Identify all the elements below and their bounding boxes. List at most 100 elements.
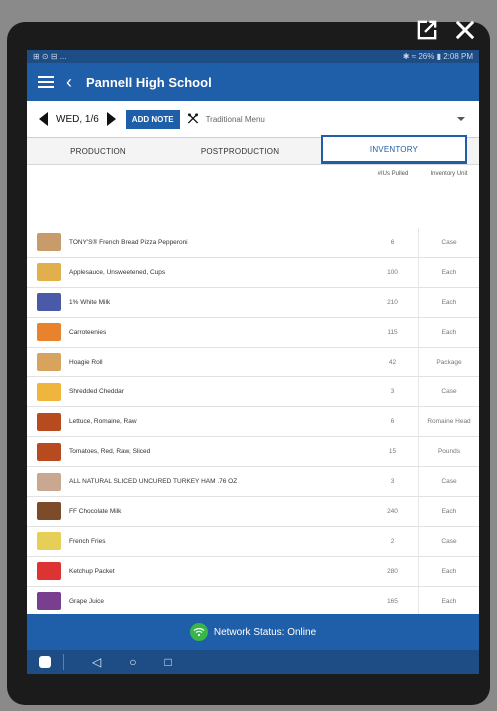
item-ius-pulled[interactable]: 210	[367, 287, 419, 317]
item-inventory-unit: Each	[441, 268, 457, 276]
inventory-row[interactable]: FF Chocolate Milk 240 Each	[27, 497, 479, 527]
item-inventory-unit: Each	[441, 507, 457, 515]
item-name: Hoagie Roll	[69, 358, 103, 366]
add-note-button[interactable]: ADD NOTE	[125, 109, 180, 129]
tab-postproduction[interactable]: POSTPRODUCTION	[169, 138, 311, 164]
home-icon[interactable]: ○	[129, 655, 136, 669]
tab-inventory[interactable]: INVENTORY	[321, 135, 467, 164]
item-image	[37, 502, 61, 521]
item-image	[37, 532, 61, 551]
wifi-icon	[189, 623, 208, 641]
item-inventory-unit: Each	[441, 567, 457, 575]
item-name: Ketchup Packet	[69, 567, 115, 575]
external-link-icon[interactable]	[413, 16, 441, 44]
item-ius-pulled[interactable]: 3	[367, 467, 419, 497]
inventory-row[interactable]: Ketchup Packet 280 Each	[27, 556, 479, 587]
item-inventory-unit: Case	[441, 388, 457, 396]
menu-icon[interactable]	[38, 76, 54, 88]
app-switch-icon[interactable]	[39, 656, 51, 668]
item-ius-pulled[interactable]: 6	[367, 407, 419, 437]
close-icon[interactable]	[451, 16, 479, 44]
item-image	[37, 442, 61, 461]
item-inventory-unit: Case	[441, 537, 457, 545]
item-ius-pulled[interactable]: 15	[367, 437, 419, 467]
item-name: 1% White Milk	[69, 298, 111, 306]
inventory-row[interactable]: TONY'S® French Bread Pizza Pepperoni 6 Cas…	[27, 228, 479, 258]
item-ius-pulled[interactable]: 3	[367, 377, 419, 407]
item-inventory-unit: Package	[436, 358, 462, 366]
inventory-row[interactable]: Tomatoes, Red, Raw, Sliced 15 Pounds	[27, 437, 479, 468]
inventory-row[interactable]: Lettuce, Romaine, Raw 6 Romaine Head	[27, 407, 479, 438]
app-screen: ⊞ ⊙ ⊟ ... ✱ ≈ 26% ▮ 2:08 PM ‹ Pannell Hi…	[27, 50, 479, 674]
inventory-row[interactable]: Hoagie Roll 42 Package	[27, 347, 479, 378]
item-inventory-unit: Each	[441, 597, 457, 605]
column-inventory-unit: Inventory Unit	[430, 171, 468, 177]
item-name: Shredded Cheddar	[69, 388, 124, 396]
item-inventory-unit: Each	[441, 328, 457, 336]
item-ius-pulled[interactable]: 165	[367, 586, 419, 616]
item-inventory-unit: Pounds	[437, 448, 461, 456]
status-icons-left: ⊞ ⊙ ⊟ ...	[33, 52, 67, 61]
item-image	[37, 412, 61, 431]
item-image	[37, 353, 61, 371]
item-image	[37, 263, 61, 282]
recents-icon[interactable]: □	[164, 655, 171, 669]
inventory-row[interactable]: Carroteenies 115 Each	[27, 317, 479, 348]
item-inventory-unit: Romaine Head	[427, 418, 471, 426]
item-image	[37, 472, 61, 491]
item-name: Carroteenies	[69, 328, 107, 336]
prev-day-button[interactable]	[39, 112, 48, 126]
item-inventory-unit: Each	[441, 298, 457, 306]
current-date: WED, 1/6	[56, 113, 99, 125]
system-status-bar: ⊞ ⊙ ⊟ ... ✱ ≈ 26% ▮ 2:08 PM	[27, 50, 479, 63]
tab-production[interactable]: PRODUCTION	[27, 138, 169, 164]
inventory-row[interactable]: French Fries 2 Case	[27, 526, 479, 557]
item-name: French Fries	[69, 537, 106, 545]
item-image	[37, 382, 61, 401]
overlay-controls	[413, 16, 479, 44]
item-ius-pulled[interactable]: 42	[367, 347, 419, 377]
item-image	[37, 323, 61, 342]
item-image	[37, 293, 61, 312]
item-image	[37, 562, 61, 581]
chevron-down-icon[interactable]	[457, 117, 465, 121]
item-name: Tomatoes, Red, Raw, Sliced	[69, 448, 151, 456]
back-nav-icon[interactable]: ◁	[92, 655, 101, 669]
item-name: TONY'S® French Bread Pizza Pepperoni	[69, 238, 188, 246]
inventory-list: TONY'S® French Bread Pizza Pepperoni 6 Cas…	[27, 228, 479, 674]
table-header: #IUs Pulled Inventory Unit	[27, 165, 479, 183]
utensils-icon	[187, 113, 198, 124]
item-image	[37, 592, 61, 611]
item-inventory-unit: Case	[441, 238, 457, 246]
inventory-row[interactable]: Applesauce, Unsweetened, Cups 100 Each	[27, 257, 479, 288]
item-ius-pulled[interactable]: 6	[367, 228, 419, 257]
item-ius-pulled[interactable]: 280	[367, 556, 419, 586]
status-icons-right: ✱ ≈ 26% ▮ 2:08 PM	[402, 52, 473, 61]
item-name: Lettuce, Romaine, Raw	[69, 418, 137, 426]
app-bar: ‹ Pannell High School	[27, 63, 479, 101]
tab-bar: PRODUCTION POSTPRODUCTION INVENTORY	[27, 135, 479, 165]
inventory-row[interactable]: 1% White Milk 210 Each	[27, 287, 479, 318]
inventory-row[interactable]: Grape Juice 165 Each	[27, 586, 479, 617]
item-name: Grape Juice	[69, 597, 105, 605]
item-image	[37, 233, 61, 252]
column-ius-pulled: #IUs Pulled	[377, 171, 409, 177]
menu-selector[interactable]: Traditional Menu	[206, 115, 265, 124]
item-name: FF Chocolate Milk	[69, 507, 122, 515]
item-name: Applesauce, Unsweetened, Cups	[69, 268, 166, 276]
inventory-row[interactable]: Shredded Cheddar 3 Case	[27, 377, 479, 408]
item-ius-pulled[interactable]: 100	[367, 257, 419, 287]
item-ius-pulled[interactable]: 2	[367, 526, 419, 556]
nav-divider	[63, 654, 64, 670]
item-ius-pulled[interactable]: 115	[367, 317, 419, 347]
item-name: ALL NATURAL SLICED UNCURED TURKEY HAM .7…	[69, 478, 238, 486]
back-icon[interactable]: ‹	[66, 73, 72, 91]
item-ius-pulled[interactable]: 240	[367, 497, 419, 526]
network-status-text: Network Status: Online	[213, 626, 317, 638]
item-inventory-unit: Case	[441, 478, 457, 486]
date-toolbar: WED, 1/6 ADD NOTE Traditional Menu	[27, 101, 479, 138]
android-nav-bar: ◁ ○ □	[27, 650, 479, 674]
inventory-row[interactable]: ALL NATURAL SLICED UNCURED TURKEY HAM .7…	[27, 467, 479, 498]
next-day-button[interactable]	[106, 112, 116, 126]
page-title: Pannell High School	[86, 74, 212, 90]
